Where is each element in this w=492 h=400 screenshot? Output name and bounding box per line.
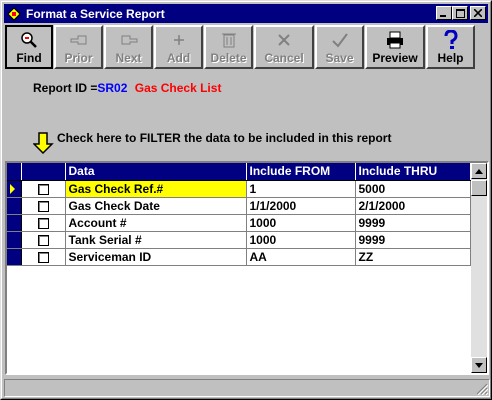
scroll-up-button[interactable]	[471, 163, 487, 179]
add-label: Add	[166, 51, 191, 65]
question-icon	[444, 30, 458, 50]
filter-checkbox[interactable]	[37, 200, 49, 212]
x-icon	[276, 30, 292, 50]
header-filter	[21, 163, 66, 181]
help-label: Help	[437, 51, 464, 65]
app-icon	[6, 6, 22, 22]
scroll-up-arrow-icon	[475, 168, 483, 174]
cancel-label: Cancel	[264, 51, 304, 65]
data-cell[interactable]: Gas Check Date	[65, 197, 247, 215]
maximize-button[interactable]	[452, 6, 468, 20]
include-thru-cell[interactable]: ZZ	[355, 248, 471, 266]
preview-label: Preview	[372, 51, 418, 65]
data-cell[interactable]: Account #	[65, 214, 247, 232]
row-selector[interactable]	[7, 214, 22, 232]
delete-button[interactable]: Delete	[204, 25, 253, 69]
filter-checkbox[interactable]	[37, 183, 49, 195]
data-cell[interactable]: Serviceman ID	[65, 248, 247, 266]
vertical-scrollbar[interactable]	[471, 163, 487, 373]
next-label: Next	[115, 51, 142, 65]
window-title: Format a Service Report	[26, 6, 165, 21]
row-selector[interactable]	[7, 231, 22, 249]
report-name: Gas Check List	[134, 81, 222, 95]
include-from-cell[interactable]: 1000	[246, 214, 356, 232]
trash-icon	[221, 30, 237, 50]
current-row-pointer-icon	[10, 183, 15, 194]
include-thru-cell[interactable]: 9999	[355, 231, 471, 249]
report-code: SR02	[97, 81, 128, 95]
plus-icon	[172, 30, 186, 50]
table-row[interactable]: Serviceman ID AA ZZ	[7, 248, 471, 266]
scroll-down-button[interactable]	[471, 357, 487, 373]
row-selector[interactable]	[7, 197, 22, 215]
filter-hint-text: Check here to FILTER the data to be incl…	[57, 131, 392, 145]
header-data[interactable]: Data	[65, 163, 247, 181]
scrollbar-thumb[interactable]	[471, 180, 487, 196]
include-thru-cell[interactable]: 2/1/2000	[355, 197, 471, 215]
maximize-icon	[455, 8, 465, 18]
cancel-button[interactable]: Cancel	[254, 25, 314, 69]
filter-checkbox[interactable]	[37, 251, 49, 263]
header-include-from[interactable]: Include FROM	[246, 163, 356, 181]
data-cell[interactable]: Gas Check Ref.#	[65, 180, 247, 198]
save-button[interactable]: Save	[315, 25, 364, 69]
filter-hint: Check here to FILTER the data to be incl…	[33, 131, 391, 154]
preview-button[interactable]: Preview	[365, 25, 425, 69]
table-row[interactable]: Tank Serial # 1000 9999	[7, 231, 471, 249]
table-row[interactable]: Gas Check Date 1/1/2000 2/1/2000	[7, 197, 471, 215]
add-button[interactable]: Add	[154, 25, 203, 69]
next-button[interactable]: Next	[104, 25, 153, 69]
help-button[interactable]: Help	[426, 25, 475, 69]
close-button[interactable]	[470, 6, 486, 20]
minimize-button[interactable]	[436, 6, 452, 20]
include-thru-cell[interactable]: 9999	[355, 214, 471, 232]
include-from-cell[interactable]: 1000	[246, 231, 356, 249]
resize-grip-icon[interactable]	[476, 383, 488, 395]
filter-checkbox-cell[interactable]	[21, 214, 66, 232]
save-label: Save	[325, 51, 354, 65]
filter-table: Data Include FROM Include THRU Gas Check…	[7, 163, 471, 266]
table-row[interactable]: Gas Check Ref.# 1 5000	[7, 180, 471, 198]
header-include-thru[interactable]: Include THRU	[355, 163, 471, 181]
filter-grid: Data Include FROM Include THRU Gas Check…	[5, 161, 489, 375]
prior-label: Prior	[64, 51, 93, 65]
filter-checkbox[interactable]	[37, 234, 49, 246]
magnifier-icon	[19, 30, 39, 50]
include-from-cell[interactable]: 1/1/2000	[246, 197, 356, 215]
left-hand-icon	[69, 30, 89, 50]
table-row[interactable]: Account # 1000 9999	[7, 214, 471, 232]
header-selector	[7, 163, 22, 181]
printer-icon	[386, 30, 404, 50]
find-button[interactable]: Find	[5, 25, 53, 69]
right-hand-icon	[119, 30, 139, 50]
row-selector[interactable]	[7, 180, 22, 198]
include-thru-cell[interactable]: 5000	[355, 180, 471, 198]
checkmark-icon	[331, 30, 349, 50]
filter-checkbox-cell[interactable]	[21, 231, 66, 249]
grid-header-row: Data Include FROM Include THRU	[7, 163, 471, 181]
report-id-label: Report ID	[33, 81, 87, 95]
row-selector[interactable]	[7, 248, 22, 266]
prior-button[interactable]: Prior	[54, 25, 103, 69]
delete-label: Delete	[210, 51, 247, 65]
filter-checkbox-cell[interactable]	[21, 248, 66, 266]
title-bar[interactable]: Format a Service Report	[4, 4, 488, 23]
scroll-down-arrow-icon	[475, 362, 483, 368]
status-bar	[4, 379, 490, 397]
data-cell[interactable]: Tank Serial #	[65, 231, 247, 249]
include-from-cell[interactable]: AA	[246, 248, 356, 266]
minimize-icon	[440, 15, 446, 17]
filter-checkbox[interactable]	[37, 217, 49, 229]
filter-checkbox-cell[interactable]	[21, 180, 66, 198]
down-arrow-icon	[33, 132, 54, 154]
find-label: Find	[16, 51, 42, 65]
close-icon	[474, 9, 482, 17]
report-window: Format a Service Report Find Prior Next …	[0, 0, 492, 400]
filter-checkbox-cell[interactable]	[21, 197, 66, 215]
report-id: Report ID =SR02 Gas Check List	[33, 81, 221, 95]
include-from-cell[interactable]: 1	[246, 180, 356, 198]
toolbar: Find Prior Next Add Delete Cancel Save P…	[5, 25, 476, 69]
